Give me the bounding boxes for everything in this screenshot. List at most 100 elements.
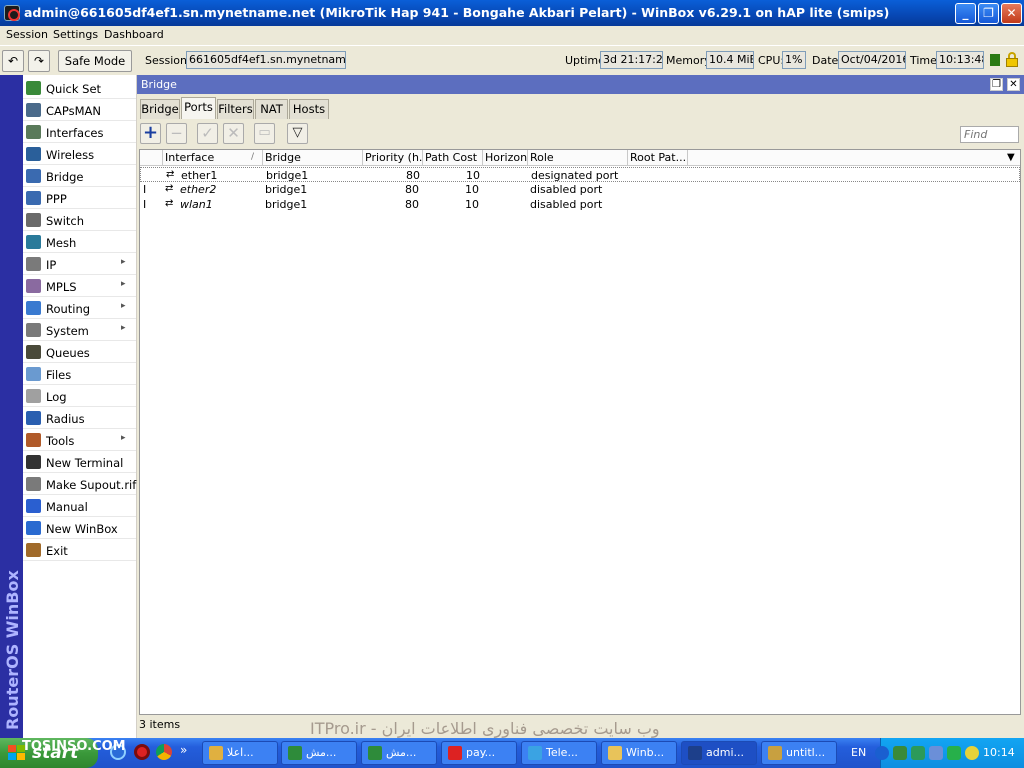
tab-bridge[interactable]: Bridge (140, 99, 180, 119)
column-header-role[interactable]: Role (528, 150, 628, 166)
safe-mode-button[interactable]: Safe Mode (58, 50, 132, 72)
table-row[interactable]: ⇄ Iether2 bridge1 80 10 disabled port (140, 182, 1020, 197)
sidebar-item-mpls[interactable]: MPLS ▸ (23, 275, 136, 297)
filter-icon[interactable]: ▽ (287, 123, 308, 144)
sidebar-item-label: Files (46, 368, 72, 382)
log-icon (26, 389, 41, 403)
cell-flag: I (143, 198, 147, 211)
date-value: Oct/04/2016 (838, 51, 906, 69)
sidebar-item-switch[interactable]: Switch (23, 209, 136, 231)
sidebar-item-manual[interactable]: Manual (23, 495, 136, 517)
tray-info-icon[interactable] (965, 746, 979, 760)
sidebar-item-bridge[interactable]: Bridge (23, 165, 136, 187)
window-title-bar[interactable]: admin@661605df4ef1.sn.mynetname.net (Mik… (0, 0, 1024, 26)
sidebar-item-wireless[interactable]: Wireless (23, 143, 136, 165)
taskbar-task-4[interactable]: pay... (441, 741, 517, 765)
task-label: مش... (306, 746, 337, 759)
sidebar-item-system[interactable]: System ▸ (23, 319, 136, 341)
sidebar-item-mesh[interactable]: Mesh (23, 231, 136, 253)
enable-icon[interactable]: ✓ (197, 123, 218, 144)
comment-icon[interactable]: ▭ (254, 123, 275, 144)
uptime-value: 3d 21:17:24 (600, 51, 663, 69)
bridge-toolbar: + − ✓ ✕ ▭ ▽ (137, 121, 1024, 149)
column-header-bridge[interactable]: Bridge (263, 150, 363, 166)
tab-nat[interactable]: NAT (255, 99, 288, 119)
tab-ports[interactable]: Ports (181, 97, 216, 119)
taskbar-task-5[interactable]: Tele... (521, 741, 597, 765)
sidebar-item-quick-set[interactable]: Quick Set (23, 77, 136, 99)
cell-interface: wlan1 (180, 198, 213, 211)
taskbar-task-8[interactable]: untitl... (761, 741, 837, 765)
taskbar-task-2[interactable]: مش... (281, 741, 357, 765)
cell-path-cost: 10 (466, 169, 480, 182)
capsman-icon (26, 103, 41, 117)
cell-horizon (484, 169, 526, 183)
table-row[interactable]: ⇄ Iwlan1 bridge1 80 10 disabled port (140, 197, 1020, 212)
chrome-quicklaunch-icon[interactable] (156, 744, 172, 760)
column-header-horizon[interactable]: Horizon (483, 150, 528, 166)
sidebar-item-interfaces[interactable]: Interfaces (23, 121, 136, 143)
find-input[interactable] (960, 126, 1019, 143)
add-icon[interactable]: + (140, 123, 161, 144)
column-header-root-path[interactable]: Root Pat... (628, 150, 688, 166)
menu-settings[interactable]: Settings (53, 28, 98, 41)
taskbar-task-3[interactable]: مش... (361, 741, 437, 765)
language-indicator[interactable]: EN (851, 746, 866, 759)
taskbar-task-7[interactable]: admi... (681, 741, 757, 765)
sidebar-item-log[interactable]: Log (23, 385, 136, 407)
mesh-icon (26, 235, 41, 249)
tray-network-icon[interactable] (893, 746, 907, 760)
column-header-interface[interactable]: Interface / (163, 150, 263, 166)
sidebar-item-queues[interactable]: Queues (23, 341, 136, 363)
minimize-button[interactable]: _ (955, 3, 976, 24)
tab-hosts[interactable]: Hosts (289, 99, 329, 119)
sidebar-item-capsman[interactable]: CAPsMAN (23, 99, 136, 121)
column-header-path-cost[interactable]: Path Cost (423, 150, 483, 166)
quicklaunch-more-icon[interactable]: » (180, 743, 187, 757)
port-icon: ⇄ (165, 198, 174, 209)
bridge-close-button[interactable]: ✕ (1007, 78, 1020, 91)
taskbar-task-6[interactable]: Winb... (601, 741, 677, 765)
taskbar-task-1[interactable]: اعلا... (202, 741, 278, 765)
sidebar-item-tools[interactable]: Tools ▸ (23, 429, 136, 451)
sidebar-item-make-supout-rif[interactable]: Make Supout.rif (23, 473, 136, 495)
sidebar-item-ip[interactable]: IP ▸ (23, 253, 136, 275)
tray-display-icon[interactable] (929, 746, 943, 760)
bridge-restore-button[interactable]: ❐ (990, 78, 1003, 91)
tray-arrow-icon[interactable] (875, 746, 889, 760)
sidebar-item-radius[interactable]: Radius (23, 407, 136, 429)
tab-filters[interactable]: Filters (217, 99, 254, 119)
undo-button[interactable]: ↶ (2, 50, 24, 72)
table-row[interactable]: ⇄ ether1 bridge1 80 10 designated port (140, 167, 1020, 182)
sidebar-item-new-terminal[interactable]: New Terminal (23, 451, 136, 473)
opera-quicklaunch-icon[interactable] (134, 744, 150, 760)
task-label: Tele... (546, 746, 578, 759)
redo-button[interactable]: ↷ (28, 50, 50, 72)
column-header-priority[interactable]: Priority (h... (363, 150, 423, 166)
cell-flag: I (143, 183, 147, 196)
submenu-arrow-icon: ▸ (121, 433, 126, 443)
close-button[interactable]: ✕ (1001, 3, 1022, 24)
menu-dashboard[interactable]: Dashboard (104, 28, 164, 41)
sidebar-item-new-winbox[interactable]: New WinBox (23, 517, 136, 539)
sidebar-item-files[interactable]: Files (23, 363, 136, 385)
task-app-icon (209, 746, 223, 760)
maximize-button[interactable]: ❐ (978, 3, 999, 24)
column-chooser-icon[interactable]: ▼ (1007, 152, 1015, 163)
column-header-flag[interactable] (140, 150, 163, 166)
menu-session[interactable]: Session (6, 28, 48, 41)
remove-icon[interactable]: − (166, 123, 187, 144)
task-app-icon (768, 746, 782, 760)
lock-icon (1006, 52, 1018, 67)
ip-icon (26, 257, 41, 271)
bridge-window-title-bar[interactable]: Bridge ❐ ✕ (137, 75, 1024, 94)
sidebar-item-routing[interactable]: Routing ▸ (23, 297, 136, 319)
sidebar-item-exit[interactable]: Exit (23, 539, 136, 561)
sidebar-item-ppp[interactable]: PPP (23, 187, 136, 209)
submenu-arrow-icon: ▸ (121, 279, 126, 289)
tray-volume-icon[interactable] (947, 746, 961, 760)
tools-icon (26, 433, 41, 447)
tosinso-watermark: TOSINSO.COM (22, 739, 126, 754)
tray-shield-icon[interactable] (911, 746, 925, 760)
disable-icon[interactable]: ✕ (223, 123, 244, 144)
